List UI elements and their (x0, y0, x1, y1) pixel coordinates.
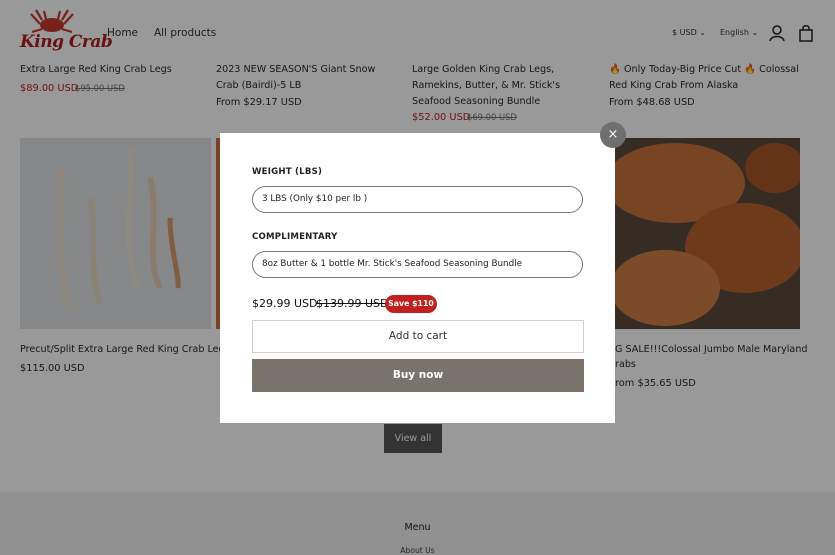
save-badge: Save $110 (385, 295, 437, 313)
buy-now-button[interactable]: Buy now (252, 359, 584, 392)
complimentary-select[interactable]: 8oz Butter & 1 bottle Mr. Stick's Seafoo… (252, 251, 583, 278)
add-to-cart-button[interactable]: Add to cart (252, 320, 584, 353)
quick-add-modal: WEIGHT (LBS) 3 LBS (Only $10 per lb ) CO… (220, 133, 615, 423)
close-icon[interactable]: × (600, 122, 626, 148)
weight-select[interactable]: 3 LBS (Only $10 per lb ) (252, 186, 583, 213)
weight-label: WEIGHT (LBS) (252, 167, 323, 177)
modal-compare-price: $139.99 USD (316, 297, 389, 310)
modal-price: $29.99 USD (252, 297, 318, 310)
complimentary-label: COMPLIMENTARY (252, 232, 338, 242)
